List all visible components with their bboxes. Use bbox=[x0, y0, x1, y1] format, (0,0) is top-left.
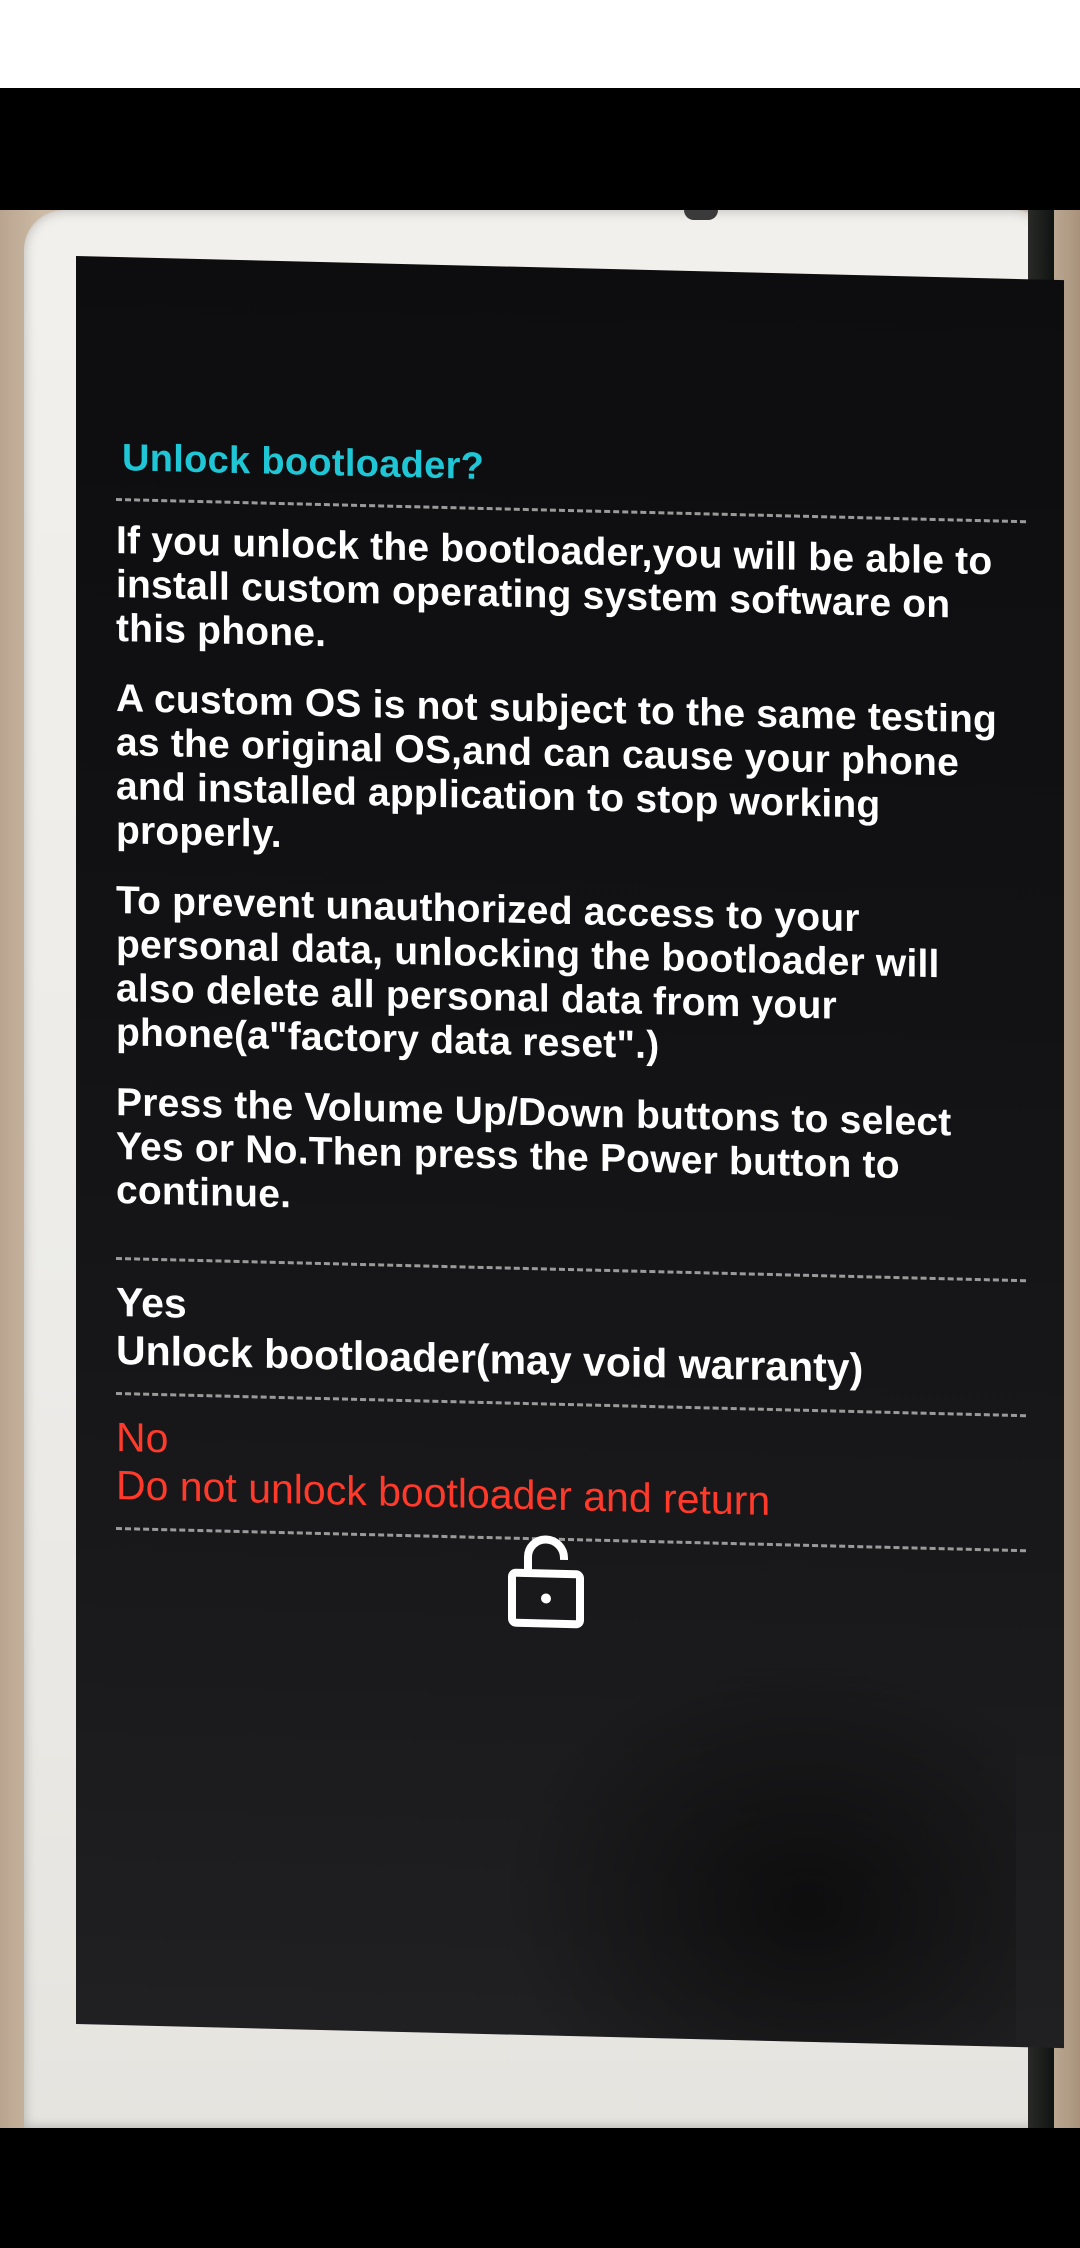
bottom-black-bar bbox=[0, 2128, 1080, 2248]
option-yes[interactable]: Yes Unlock bootloader(may void warranty) bbox=[116, 1278, 1026, 1396]
bootloader-dialog: Unlock bootloader? If you unlock the boo… bbox=[116, 437, 1026, 1570]
option-no[interactable]: No Do not unlock bootloader and return bbox=[116, 1413, 1026, 1531]
top-black-bar bbox=[0, 88, 1080, 210]
warning-paragraph-1: If you unlock the bootloader,you will be… bbox=[116, 518, 993, 656]
photo: Unlock bootloader? If you unlock the boo… bbox=[0, 210, 1080, 2128]
unlocked-padlock-icon bbox=[508, 1535, 584, 1629]
warning-paragraph-3: To prevent unauthorized access to your p… bbox=[116, 878, 940, 1068]
instructions-paragraph: Press the Volume Up/Down buttons to sele… bbox=[116, 1080, 952, 1217]
hand-shadow bbox=[496, 1646, 1016, 2049]
divider bbox=[116, 1256, 1026, 1283]
earpiece bbox=[684, 210, 718, 220]
photo-frame: Unlock bootloader? If you unlock the boo… bbox=[0, 0, 1080, 2248]
phone-screen: Unlock bootloader? If you unlock the boo… bbox=[76, 256, 1064, 2049]
dialog-title: Unlock bootloader? bbox=[122, 437, 485, 488]
warning-paragraph-2: A custom OS is not subject to the same t… bbox=[116, 676, 998, 857]
divider bbox=[116, 497, 1026, 524]
divider bbox=[116, 1391, 1026, 1418]
phone-body: Unlock bootloader? If you unlock the boo… bbox=[24, 210, 1064, 2128]
top-white-bar bbox=[0, 0, 1080, 88]
